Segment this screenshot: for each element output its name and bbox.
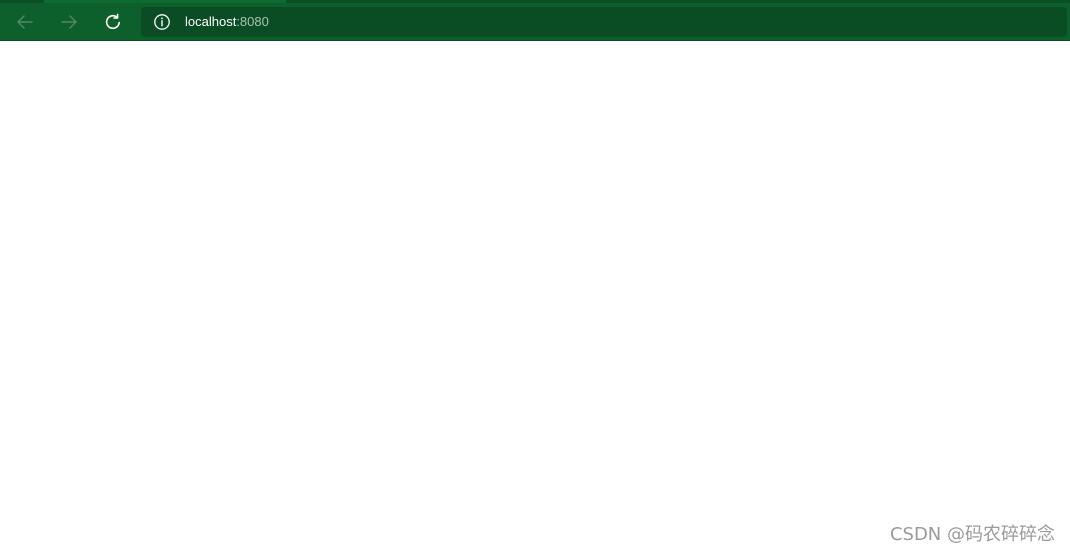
address-bar[interactable]: localhost:8080 (141, 7, 1067, 37)
forward-button[interactable] (53, 6, 85, 38)
page-content: CSDN @码农碎碎念 (0, 42, 1070, 554)
info-icon[interactable] (153, 13, 171, 31)
arrow-right-icon (61, 15, 77, 29)
arrow-left-icon (17, 15, 33, 29)
reload-button[interactable] (97, 6, 129, 38)
browser-window: localhost:8080 CSDN @码农碎碎念 (0, 0, 1070, 554)
back-button[interactable] (9, 6, 41, 38)
url-port: :8080 (236, 14, 269, 29)
watermark: CSDN @码农碎碎念 (889, 524, 1055, 545)
browser-toolbar: localhost:8080 (0, 3, 1070, 41)
url-text[interactable]: localhost:8080 (185, 14, 269, 30)
url-host: localhost (185, 14, 237, 29)
reload-icon (105, 13, 120, 30)
